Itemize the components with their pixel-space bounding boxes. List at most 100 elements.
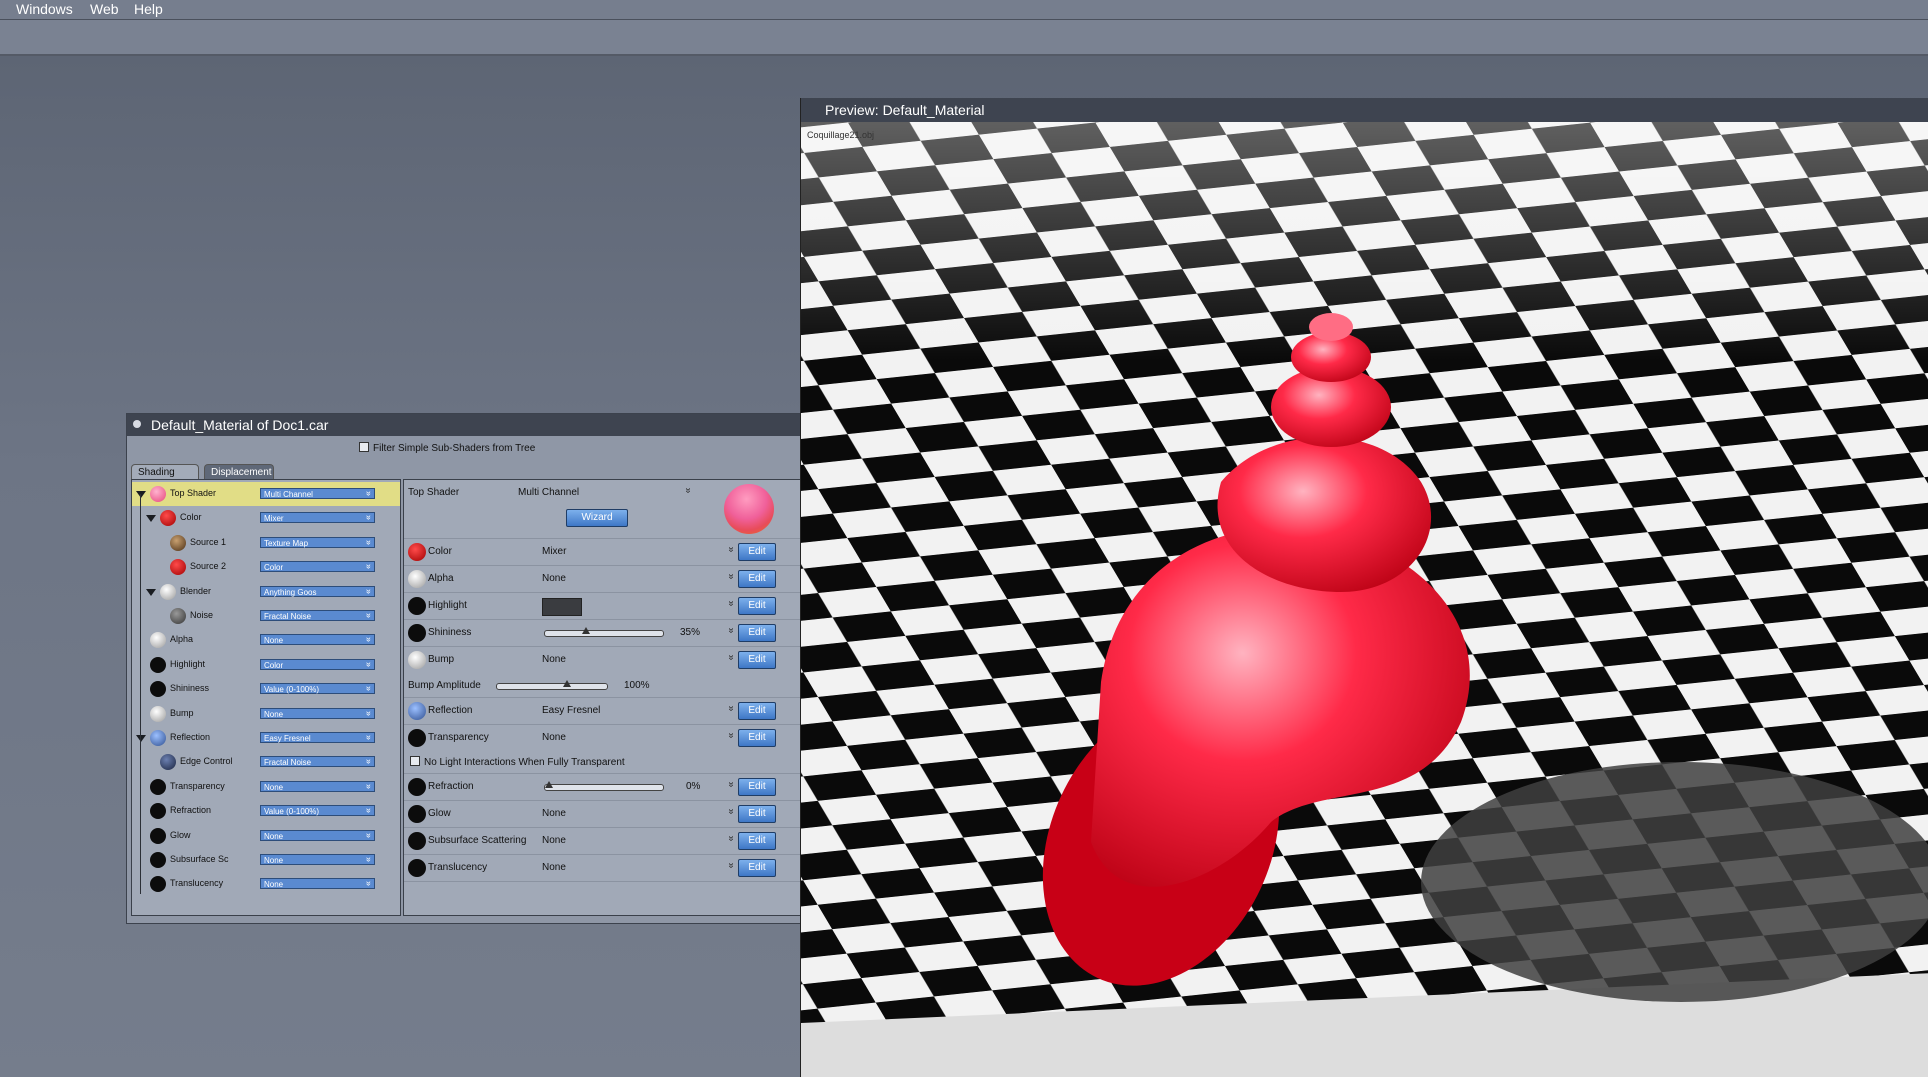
tree-node-shader-dropdown[interactable]: None (260, 854, 375, 865)
color-value[interactable]: Mixer (542, 546, 566, 557)
white-sphere-icon[interactable] (408, 651, 426, 669)
white-sphere-icon[interactable] (408, 570, 426, 588)
close-icon[interactable] (133, 420, 141, 428)
menu-web[interactable]: Web (90, 1, 119, 17)
tree-node-shader-dropdown[interactable]: None (260, 829, 375, 841)
black-sphere-icon[interactable] (408, 832, 426, 850)
tree-node-refraction[interactable]: Refraction Value (0-100%) (132, 799, 400, 823)
black-sphere-icon[interactable] (408, 778, 426, 796)
tab-shading[interactable]: Shading (131, 464, 199, 480)
tree-node-shader-dropdown[interactable]: Fractal Noise (260, 756, 375, 768)
slider-handle[interactable] (545, 781, 553, 788)
black-sphere-icon[interactable] (408, 729, 426, 747)
subsurface-value[interactable]: None (542, 835, 566, 846)
tree-node-shader-dropdown[interactable]: Texture Map (260, 536, 375, 548)
color-edit-button[interactable]: Edit (738, 543, 776, 561)
tree-node-top-shader[interactable]: Top Shader Multi Channel (132, 482, 400, 506)
tree-node-alpha[interactable]: Alpha None (132, 628, 400, 652)
expand-triangle-icon[interactable] (146, 588, 156, 596)
tree-node-reflection[interactable]: Reflection Easy Fresnel (132, 726, 400, 750)
tree-node-glow[interactable]: Glow None (132, 824, 400, 848)
tree-node-shader-dropdown[interactable]: None (260, 780, 375, 792)
tree-node-shader-dropdown[interactable]: Anything Goos (260, 585, 375, 597)
slider-handle[interactable] (582, 627, 590, 634)
tree-node-color[interactable]: Color Mixer (132, 506, 400, 530)
translucency-edit-button[interactable]: Edit (738, 859, 776, 877)
expand-triangle-icon[interactable] (146, 515, 156, 523)
refraction-slider[interactable] (544, 781, 664, 791)
tree-node-shader-dropdown[interactable]: Multi Channel (260, 488, 375, 499)
material-editor-titlebar[interactable]: Default_Material of Doc1.car (127, 414, 801, 436)
red-sphere-icon[interactable] (408, 543, 426, 561)
chevron-down-icon[interactable]: » (725, 706, 736, 712)
tree-node-transparency[interactable]: Transparency None (132, 775, 400, 799)
bump-edit-button[interactable]: Edit (738, 651, 776, 669)
wizard-button[interactable]: Wizard (566, 509, 628, 527)
chevron-down-icon[interactable]: » (725, 547, 736, 553)
tab-displacement[interactable]: Displacement (204, 464, 274, 480)
chevron-down-icon[interactable]: » (725, 601, 736, 607)
tree-node-shader-dropdown[interactable]: None (260, 707, 375, 719)
alpha-edit-button[interactable]: Edit (738, 570, 776, 588)
subsurface-edit-button[interactable]: Edit (738, 832, 776, 850)
tree-node-shader-dropdown[interactable]: Mixer (260, 512, 375, 524)
blue-sphere-icon[interactable] (408, 702, 426, 720)
expand-triangle-icon[interactable] (136, 491, 146, 498)
shininess-edit-button[interactable]: Edit (738, 624, 776, 642)
tree-node-shininess[interactable]: Shininess Value (0-100%) (132, 677, 400, 701)
tree-node-blender[interactable]: Blender Anything Goos (132, 580, 400, 604)
tree-node-translucency[interactable]: Translucency None (132, 872, 400, 896)
tree-node-shader-dropdown[interactable]: Fractal Noise (260, 610, 375, 621)
shininess-slider[interactable] (544, 627, 664, 637)
transparency-edit-button[interactable]: Edit (738, 729, 776, 747)
no-light-option[interactable]: No Light Interactions When Fully Transpa… (410, 756, 625, 768)
chevron-down-icon[interactable]: » (725, 782, 736, 788)
chevron-down-icon[interactable]: » (725, 809, 736, 815)
glow-value[interactable]: None (542, 808, 566, 819)
chevron-down-icon[interactable]: » (725, 655, 736, 661)
chevron-down-icon[interactable]: » (725, 863, 736, 869)
tree-node-shader-dropdown[interactable]: None (260, 878, 375, 890)
reflection-value[interactable]: Easy Fresnel (542, 705, 600, 716)
tree-node-subsurface-sc[interactable]: Subsurface Sc None (132, 848, 400, 872)
tree-node-shader-dropdown[interactable]: Easy Fresnel (260, 732, 375, 743)
top-shader-value[interactable]: Multi Channel (518, 487, 579, 498)
no-light-checkbox[interactable] (410, 756, 420, 766)
chevron-down-icon[interactable]: » (725, 574, 736, 580)
menu-help[interactable]: Help (134, 1, 163, 17)
translucency-value[interactable]: None (542, 862, 566, 873)
black-sphere-icon[interactable] (408, 805, 426, 823)
glow-edit-button[interactable]: Edit (738, 805, 776, 823)
bump-amplitude-slider[interactable] (496, 680, 608, 690)
bump-value[interactable]: None (542, 654, 566, 665)
black-sphere-icon[interactable] (408, 624, 426, 642)
tree-node-shader-dropdown[interactable]: Value (0-100%) (260, 805, 375, 817)
highlight-color-swatch[interactable] (542, 598, 582, 616)
transparency-value[interactable]: None (542, 732, 566, 743)
black-sphere-icon[interactable] (408, 597, 426, 615)
tree-node-highlight[interactable]: Highlight Color (132, 653, 400, 677)
tree-node-source-1[interactable]: Source 1 Texture Map (132, 531, 400, 555)
reflection-edit-button[interactable]: Edit (738, 702, 776, 720)
chevron-down-icon[interactable]: » (725, 733, 736, 739)
filter-option[interactable]: Filter Simple Sub-Shaders from Tree (359, 442, 535, 454)
tree-node-shader-dropdown[interactable]: Value (0-100%) (260, 683, 375, 695)
alpha-value[interactable]: None (542, 573, 566, 584)
tree-node-bump[interactable]: Bump None (132, 702, 400, 726)
tree-node-source-2[interactable]: Source 2 Color (132, 555, 400, 579)
refraction-edit-button[interactable]: Edit (738, 778, 776, 796)
chevron-down-icon[interactable]: » (725, 628, 736, 634)
tree-node-shader-dropdown[interactable]: Color (260, 561, 375, 573)
tree-node-noise[interactable]: Noise Fractal Noise (132, 604, 400, 628)
filter-checkbox[interactable] (359, 442, 369, 452)
preview-title[interactable]: Preview: Default_Material (801, 98, 1928, 122)
highlight-edit-button[interactable]: Edit (738, 597, 776, 615)
chevron-down-icon[interactable]: » (682, 488, 693, 494)
tree-node-shader-dropdown[interactable]: Color (260, 658, 375, 670)
expand-triangle-icon[interactable] (136, 735, 146, 742)
preview-render[interactable]: Coquillage21.obj (801, 122, 1928, 1077)
chevron-down-icon[interactable]: » (725, 836, 736, 842)
menu-windows[interactable]: Windows (16, 1, 73, 17)
tree-node-edge-control[interactable]: Edge Control Fractal Noise (132, 750, 400, 774)
tree-node-shader-dropdown[interactable]: None (260, 634, 375, 646)
